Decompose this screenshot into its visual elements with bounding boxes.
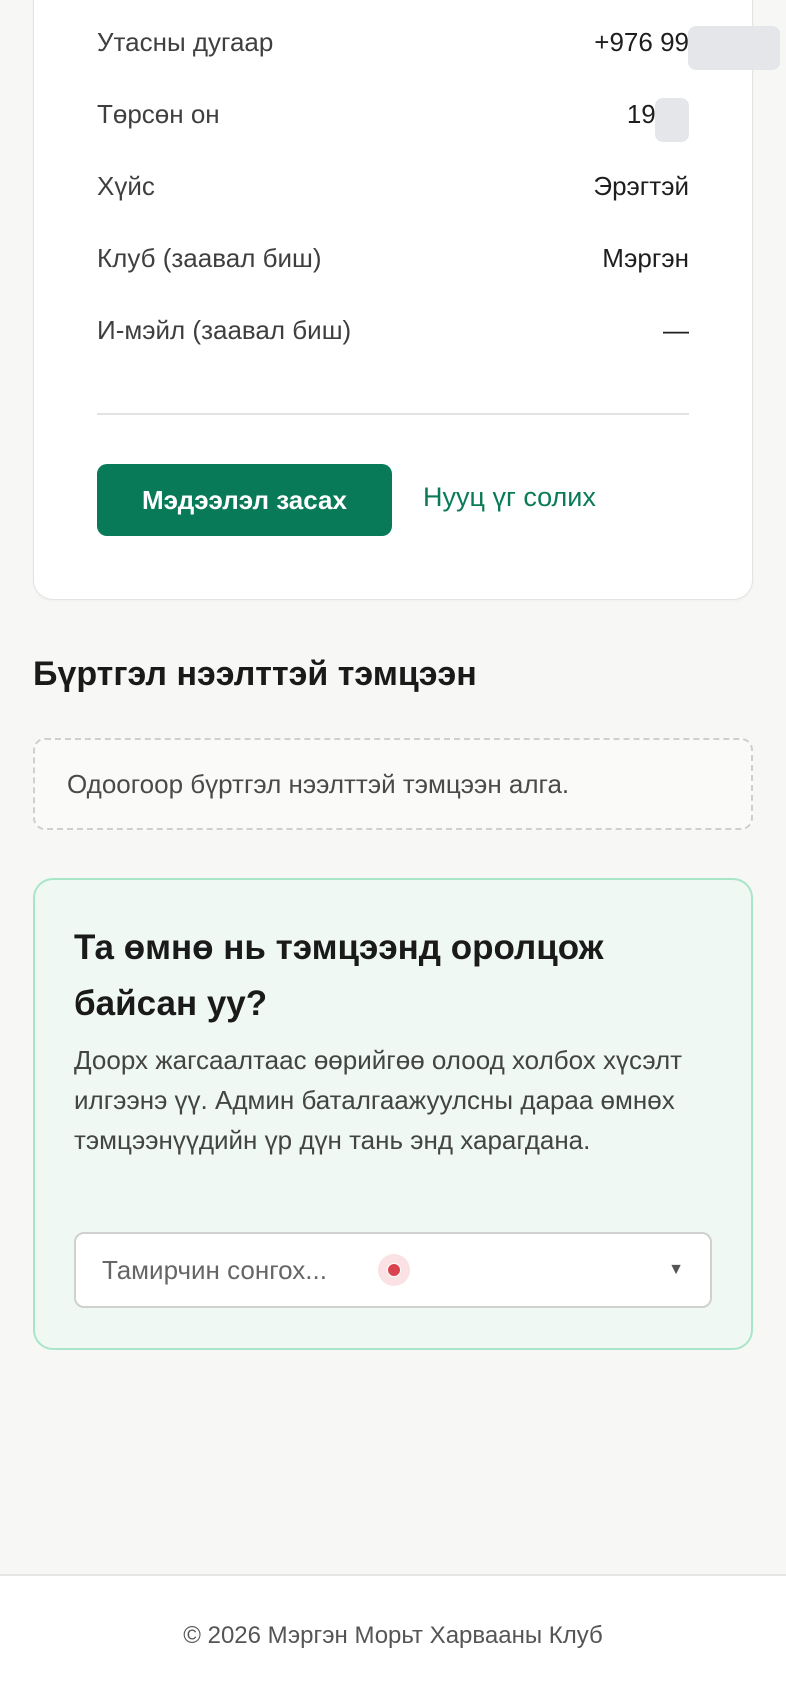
gender-label: Хүйс — [97, 170, 155, 201]
phone-label: Утасны дугаар — [97, 26, 274, 57]
birth-year-redaction — [654, 97, 689, 142]
open-registration-empty: Одоогоор бүртгэл нээлттэй тэмцээн алга. — [33, 738, 753, 830]
claim-description: Доорх жагсаалтаас өөрийгөө олоод холбох … — [74, 1045, 683, 1155]
athlete-select-placeholder: Тамирчин сонгох... — [102, 1254, 327, 1285]
phone-redaction — [688, 25, 781, 70]
profile-row-email: И-мэйл (заавал биш) — — [97, 310, 689, 350]
footer-copyright: © 2026 Мэргэн Морьт Харвааны Клуб — [183, 1622, 603, 1649]
club-value: Мэргэн — [602, 242, 689, 273]
email-value: — — [663, 314, 689, 345]
profile-divider — [97, 413, 689, 415]
club-label: Клуб (заавал биш) — [97, 242, 322, 273]
email-label: И-мэйл (заавал биш) — [97, 314, 352, 345]
change-password-link[interactable]: Нууц үг солих — [423, 482, 596, 513]
claim-title: Та өмнө нь тэмцээнд оролцож байсан уу? — [74, 928, 604, 1023]
gender-value: Эрэгтэй — [593, 170, 689, 201]
profile-row-gender: Хүйс Эрэгтэй — [97, 166, 689, 206]
chevron-down-icon: ▼ — [668, 1261, 684, 1278]
cursor-indicator — [378, 1254, 410, 1286]
edit-profile-button[interactable]: Мэдээлэл засах — [97, 464, 392, 536]
profile-row-club: Клуб (заавал биш) Мэргэн — [97, 238, 689, 278]
birth-year-label: Төрсөн он — [97, 98, 220, 129]
open-registration-title: Бүртгэл нээлттэй тэмцээн — [33, 655, 477, 693]
profile-row-phone: Утасны дугаар +976 99 — [97, 22, 781, 70]
empty-message: Одоогоор бүртгэл нээлттэй тэмцээн алга. — [67, 768, 570, 799]
phone-value: +976 99 — [594, 25, 781, 70]
profile-row-birth-year: Төрсөн он 19 — [97, 94, 689, 142]
birth-year-value: 19 — [627, 97, 689, 142]
